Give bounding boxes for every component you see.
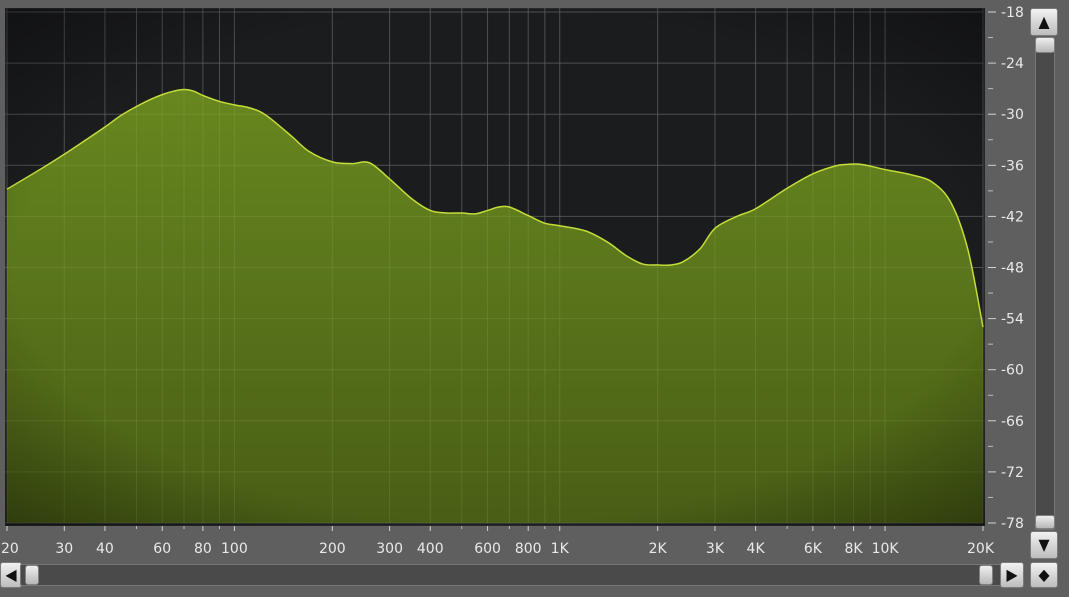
x-tick-label: 200 bbox=[319, 541, 346, 557]
x-tick-label: 300 bbox=[376, 541, 403, 557]
y-tick-label: -48 bbox=[1001, 261, 1024, 277]
vertical-scroll-thumb-bottom[interactable] bbox=[1035, 515, 1055, 529]
x-tick-label: 10K bbox=[872, 541, 900, 557]
x-tick-label: 20K bbox=[967, 541, 995, 557]
x-tick-label: 2K bbox=[649, 541, 668, 557]
x-tick-label: 800 bbox=[515, 541, 542, 557]
horizontal-scroll-thumb-left[interactable] bbox=[25, 565, 39, 585]
y-tick-label: -30 bbox=[1001, 107, 1024, 123]
scroll-left-button[interactable]: ◀ bbox=[0, 562, 22, 588]
arrow-down-icon: ▼ bbox=[1038, 535, 1050, 554]
horizontal-scroll-thumb-right[interactable] bbox=[979, 565, 993, 585]
spectrum-chart: 20 30 40 60 80 100 200 300 400 600 800 1K 2K 3K 4K 6K 8K… bbox=[1, 5, 1024, 557]
y-tick-label: -66 bbox=[1001, 414, 1024, 430]
scroll-down-button[interactable]: ▼ bbox=[1030, 531, 1058, 559]
x-tick-label: 20 bbox=[1, 541, 19, 557]
x-tick-label: 400 bbox=[417, 541, 444, 557]
y-tick-label: -36 bbox=[1001, 158, 1024, 174]
arrow-right-icon: ▶ bbox=[1006, 565, 1018, 584]
horizontal-scroll-track[interactable] bbox=[20, 564, 1004, 586]
arrow-up-icon: ▲ bbox=[1038, 12, 1050, 31]
y-tick-label: -54 bbox=[1001, 312, 1024, 328]
x-tick-label: 3K bbox=[706, 541, 725, 557]
spectrum-analyzer: 20 30 40 60 80 100 200 300 400 600 800 1K 2K 3K 4K 6K 8K… bbox=[0, 0, 1069, 597]
scroll-up-button[interactable]: ▲ bbox=[1030, 8, 1058, 36]
vertical-scrollbar[interactable]: ▲ ▼ bbox=[1030, 8, 1058, 559]
y-tick-label: -60 bbox=[1001, 363, 1024, 379]
plot-vignette bbox=[5, 8, 985, 526]
x-tick-label: 40 bbox=[96, 541, 114, 557]
x-axis-ticks: 20 30 40 60 80 100 200 300 400 600 800 1K 2K 3K 4K 6K 8K… bbox=[1, 526, 995, 557]
x-tick-label: 30 bbox=[55, 541, 73, 557]
spectrum-curve bbox=[5, 8, 985, 526]
y-tick-label: -24 bbox=[1001, 56, 1024, 72]
y-tick-label: -78 bbox=[1001, 516, 1024, 532]
scroll-right-button[interactable]: ▶ bbox=[1000, 562, 1024, 588]
x-tick-label: 80 bbox=[194, 541, 212, 557]
vertical-scroll-track[interactable] bbox=[1035, 37, 1055, 530]
x-tick-label: 60 bbox=[153, 541, 171, 557]
x-tick-label: 600 bbox=[474, 541, 501, 557]
x-tick-label: 8K bbox=[844, 541, 863, 557]
y-axis-ticks: -18 -24 -30 -36 -42 -48 -54 -60 -66 -72 -78 bbox=[988, 5, 1024, 532]
reset-zoom-button[interactable]: ◆ bbox=[1030, 562, 1058, 588]
x-tick-label: 6K bbox=[804, 541, 823, 557]
y-tick-label: -72 bbox=[1001, 465, 1024, 481]
arrow-left-icon: ◀ bbox=[5, 565, 17, 584]
x-tick-label: 100 bbox=[221, 541, 248, 557]
vertical-scroll-thumb-top[interactable] bbox=[1035, 37, 1055, 53]
y-tick-label: -42 bbox=[1001, 209, 1024, 225]
x-tick-label: 1K bbox=[551, 541, 570, 557]
x-tick-label: 4K bbox=[747, 541, 766, 557]
diamond-icon: ◆ bbox=[1038, 565, 1050, 584]
y-tick-label: -18 bbox=[1001, 5, 1024, 21]
